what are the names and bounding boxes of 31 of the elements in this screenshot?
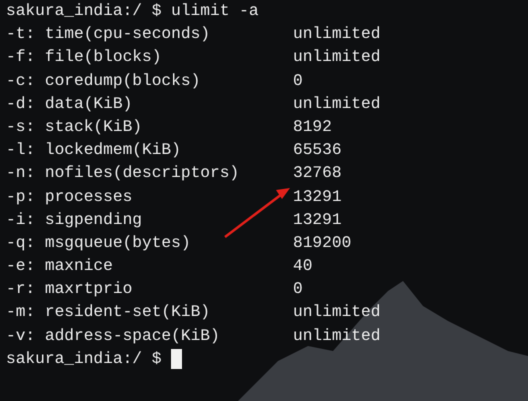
limit-value: 0 [293,279,303,300]
limit-value: unlimited [293,326,380,347]
shell-prompt: sakura_india:/ $ [6,348,162,370]
limit-name: -i: sigpending [6,210,143,231]
limit-name: -s: stack(KiB) [6,116,143,138]
limit-name: -l: lockedmem(KiB) [6,140,182,162]
limit-value: 65536 [293,140,342,162]
command-text: ulimit -a [171,1,259,22]
limit-name: -q: msgqueue(bytes) [6,232,192,254]
limit-value: 32768 [293,163,342,184]
limit-value: 0 [293,70,303,92]
limit-name: -n: nofiles(descriptors) [6,163,240,184]
limit-value: 819200 [293,232,352,254]
limit-name: -r: maxrtprio [6,279,134,300]
limit-value: unlimited [293,94,380,115]
limit-name: -e: maxnice [6,256,114,278]
limit-value: 13291 [293,210,342,231]
limit-value: 8192 [293,116,332,138]
limit-name: -d: data(KiB) [6,94,134,115]
limit-name: -f: file(blocks) [6,47,162,68]
limit-value: unlimited [293,47,380,68]
limit-value: 40 [293,256,312,278]
limit-name: -v: address-space(KiB) [6,326,221,347]
limit-name: -t: time(cpu-seconds) [6,24,211,46]
limit-name: -m: resident-set(KiB) [6,302,211,324]
limit-value: unlimited [293,24,380,46]
limit-name: -p: processes [6,186,134,208]
shell-prompt: sakura_india:/ $ [6,1,162,22]
limit-value: unlimited [293,302,380,324]
limit-value: 13291 [293,186,342,208]
limit-name: -c: coredump(blocks) [6,70,202,92]
